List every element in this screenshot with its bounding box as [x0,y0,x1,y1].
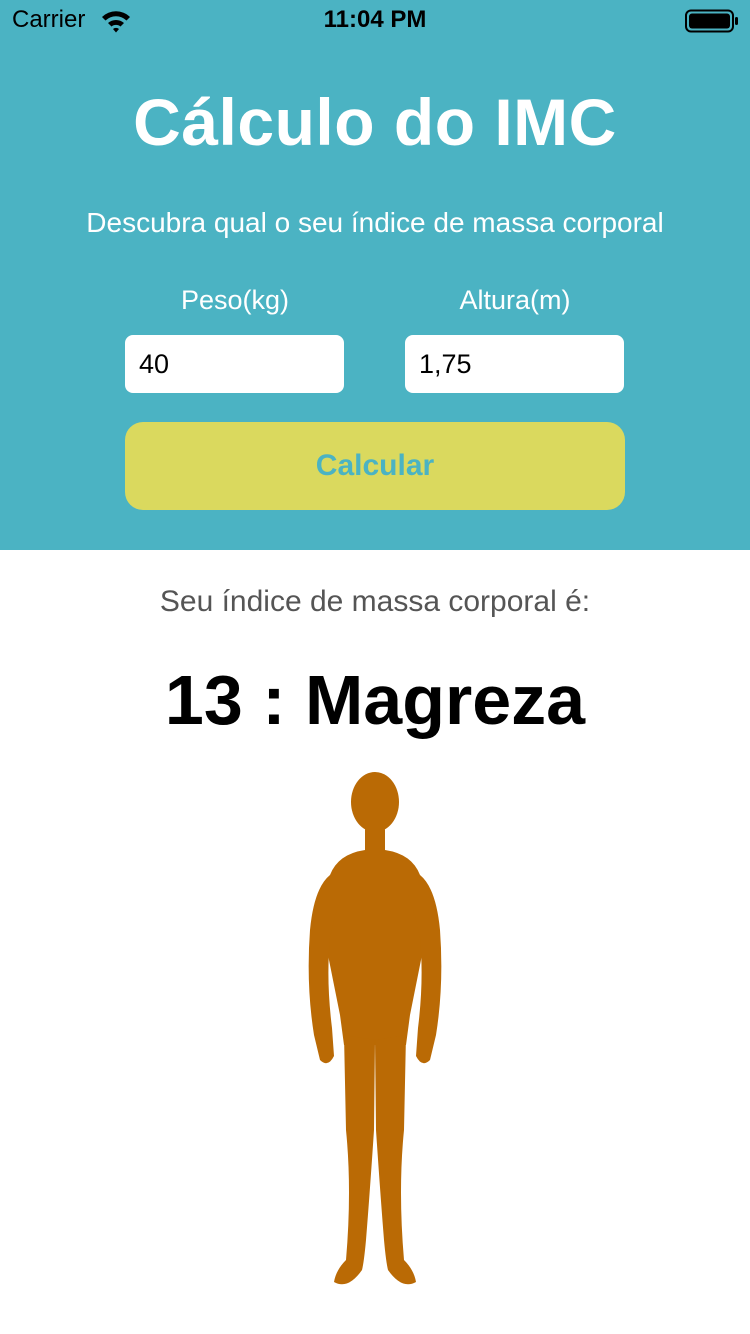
header-panel: Carrier 11:04 PM Cálculo do IMC Descubra… [0,0,750,550]
page-title: Cálculo do IMC [133,85,617,159]
result-value: 13 : Magreza [164,661,586,739]
result-label: Seu índice de massa corporal é: [159,585,591,618]
height-input[interactable] [405,335,624,393]
page-subtitle: Descubra qual o seu índice de massa corp… [86,207,664,238]
weight-label: Peso(kg) [180,285,290,315]
status-time: 11:04 PM [323,6,427,33]
battery-icon [685,9,738,33]
calculate-button[interactable]: Calcular [125,422,625,510]
status-bar: Carrier 11:04 PM [0,0,750,40]
height-label: Altura(m) [459,285,571,315]
weight-input[interactable] [125,335,344,393]
body-silhouette-icon [308,772,442,1285]
